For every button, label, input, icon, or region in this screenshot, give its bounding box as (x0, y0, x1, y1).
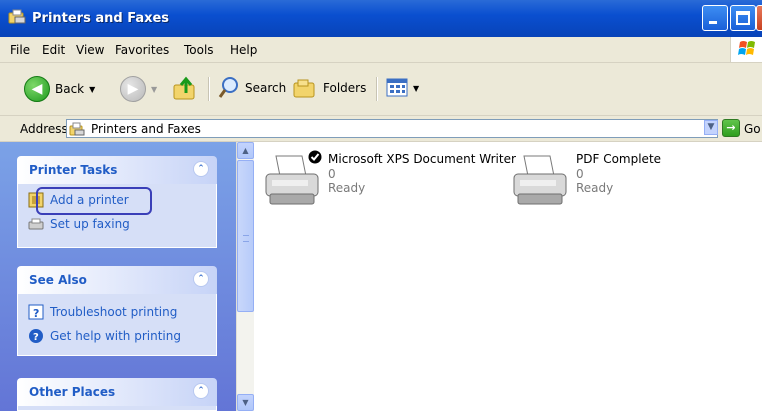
see-also-title: See Also (29, 273, 87, 287)
task-pane-scrollbar[interactable]: ▲ ▼ (236, 142, 254, 411)
help-circle-icon: ? (29, 329, 43, 343)
maximize-button[interactable] (730, 5, 756, 31)
printer-item[interactable]: PDF Complete 0 Ready (510, 150, 710, 210)
svg-text:?: ? (33, 332, 39, 343)
scroll-down-button[interactable]: ▼ (237, 394, 254, 411)
scroll-grip-icon (243, 235, 249, 242)
address-field[interactable]: Printers and Faxes (66, 119, 718, 138)
task-pane: Printer Tasks ⌃ Add a printer Set up fax… (0, 142, 236, 411)
menu-bar: File Edit View Favorites Tools Help (0, 37, 762, 63)
close-button[interactable] (756, 5, 762, 31)
printer-tasks-title: Printer Tasks (29, 163, 118, 177)
collapse-chevron-icon[interactable]: ⌃ (193, 271, 209, 287)
address-value: Printers and Faxes (91, 122, 201, 136)
search-label: Search (245, 81, 287, 95)
collapse-chevron-icon[interactable]: ⌃ (193, 161, 209, 177)
forward-button[interactable]: ▶ ▼ (120, 76, 157, 102)
get-help-printing-label: Get help with printing (50, 329, 181, 343)
menu-file[interactable]: File (10, 43, 30, 57)
printer-status: Ready (328, 181, 366, 195)
search-icon (218, 77, 238, 98)
views-button[interactable]: ▼ (386, 77, 419, 99)
fax-icon (28, 218, 44, 230)
printer-status: Ready (576, 181, 614, 195)
printers-folder-icon (69, 122, 85, 136)
toolbar-separator (376, 77, 378, 101)
close-icon (761, 13, 762, 23)
up-folder-button[interactable] (172, 75, 198, 101)
printer-icon (513, 155, 567, 205)
printer-documents-count: 0 (328, 167, 336, 181)
other-places-header[interactable]: Other Places ⌃ (17, 378, 217, 406)
title-bar[interactable]: Printers and Faxes (0, 0, 762, 37)
folders-button[interactable]: Folders (292, 76, 366, 100)
maximize-icon (736, 11, 750, 25)
menu-favorites[interactable]: Favorites (115, 43, 169, 57)
standard-toolbar: ◀ Back ▼ ▶ ▼ Search Folders ▼ (0, 63, 762, 116)
windows-logo (730, 37, 762, 62)
search-button[interactable]: Search (218, 76, 286, 100)
address-dropdown-button[interactable]: ▼ (704, 120, 718, 135)
go-button[interactable]: → (722, 119, 740, 137)
other-places-title: Other Places (29, 385, 116, 399)
up-folder-icon (173, 76, 195, 100)
menu-edit[interactable]: Edit (42, 43, 65, 57)
see-also-header[interactable]: See Also ⌃ (17, 266, 217, 294)
collapse-chevron-icon[interactable]: ⌃ (193, 383, 209, 399)
see-also-body: ? Troubleshoot printing ? Get help with … (17, 294, 217, 356)
help-book-icon: ? (28, 304, 44, 320)
printers-folder-icon (8, 9, 26, 24)
get-help-printing-link[interactable]: ? Get help with printing (28, 328, 181, 344)
printer-name: Microsoft XPS Document Writer (328, 152, 516, 166)
back-arrow-icon: ◀ (24, 76, 50, 102)
windows-flag-icon (738, 41, 755, 55)
menu-view[interactable]: View (76, 43, 104, 57)
svg-text:?: ? (33, 307, 39, 320)
printer-item[interactable]: Microsoft XPS Document Writer 0 Ready (262, 150, 516, 210)
printers-list: Microsoft XPS Document Writer 0 Ready PD… (254, 142, 762, 411)
printers-and-faxes-window: Printers and Faxes File Edit View Favori… (0, 0, 762, 411)
minimize-button[interactable] (702, 5, 728, 31)
add-printer-highlight (36, 187, 152, 215)
menu-help[interactable]: Help (230, 43, 257, 57)
scroll-up-button[interactable]: ▲ (237, 142, 254, 159)
back-label: Back (55, 82, 85, 96)
other-places-body (17, 406, 217, 411)
address-bar: Address Printers and Faxes ▼ → Go (0, 116, 762, 142)
folders-icon (293, 79, 315, 98)
troubleshoot-printing-link[interactable]: ? Troubleshoot printing (28, 304, 177, 320)
toolbar-separator (208, 77, 210, 101)
go-label[interactable]: Go (744, 122, 761, 136)
minimize-icon (709, 21, 717, 24)
views-icon (386, 78, 408, 97)
back-button[interactable]: ◀ Back ▼ (24, 76, 95, 102)
address-label: Address (20, 122, 68, 136)
forward-dropdown-icon[interactable]: ▼ (151, 85, 157, 94)
folders-label: Folders (323, 81, 367, 95)
default-printer-check-icon (308, 150, 322, 164)
printer-name: PDF Complete (576, 152, 662, 166)
back-dropdown-icon[interactable]: ▼ (89, 85, 95, 94)
set-up-faxing-link[interactable]: Set up faxing (28, 216, 130, 232)
troubleshoot-printing-label: Troubleshoot printing (50, 305, 178, 319)
window-title: Printers and Faxes (32, 11, 170, 26)
menu-tools[interactable]: Tools (184, 43, 214, 57)
forward-arrow-icon: ▶ (120, 76, 146, 102)
scroll-thumb[interactable] (237, 160, 254, 312)
printer-tasks-header[interactable]: Printer Tasks ⌃ (17, 156, 217, 184)
printer-documents-count: 0 (576, 167, 584, 181)
set-up-faxing-label: Set up faxing (50, 217, 130, 231)
views-dropdown-icon[interactable]: ▼ (413, 84, 419, 93)
